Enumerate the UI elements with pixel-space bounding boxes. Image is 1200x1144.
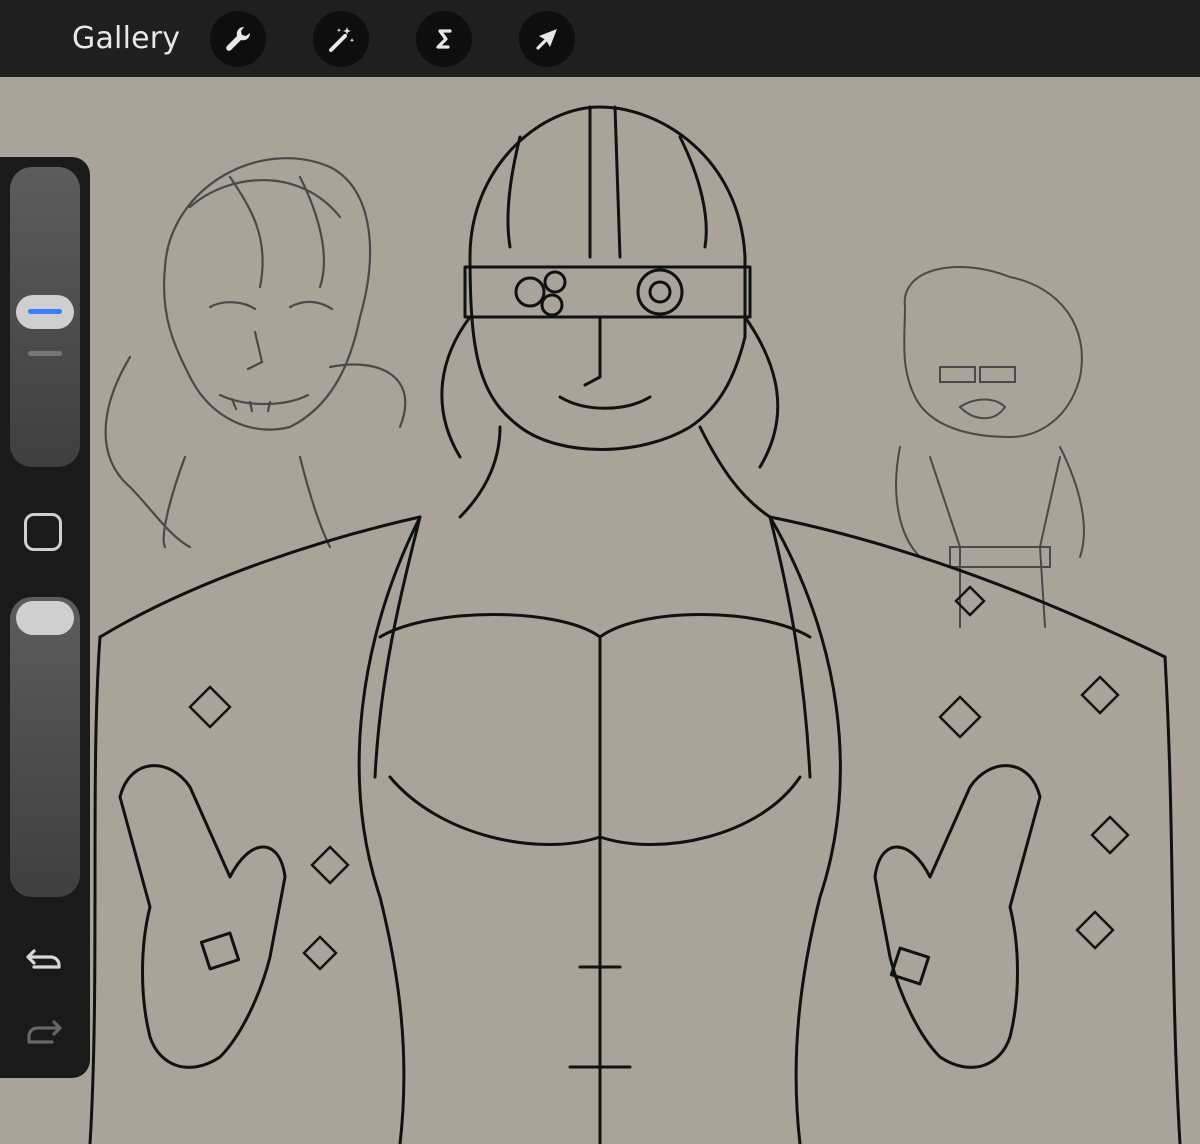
redo-button[interactable] (24, 1012, 64, 1052)
actions-button[interactable] (210, 11, 266, 67)
gallery-button[interactable]: Gallery (72, 20, 180, 58)
selection-s-icon (436, 29, 452, 49)
arrow-cursor-icon (536, 29, 557, 50)
top-toolbar: Gallery (0, 0, 1200, 77)
selection-button[interactable] (416, 11, 472, 67)
sketch-artwork (0, 77, 1200, 1144)
brush-size-slider-thumb[interactable] (16, 295, 74, 329)
brush-size-slider[interactable] (10, 167, 80, 467)
transform-button[interactable] (519, 11, 575, 67)
opacity-slider-thumb[interactable] (16, 601, 74, 635)
slider-accent-line (28, 309, 62, 314)
redo-arrow-icon (27, 1020, 62, 1044)
opacity-slider[interactable] (10, 597, 80, 897)
drawing-canvas[interactable] (0, 77, 1200, 1144)
slider-secondary-marker (28, 351, 62, 356)
wrench-icon (226, 26, 251, 51)
modify-button[interactable] (24, 513, 62, 551)
magic-wand-icon (329, 27, 355, 52)
undo-arrow-icon (26, 949, 61, 969)
side-toolbar (0, 157, 90, 1078)
undo-button[interactable] (24, 937, 64, 977)
adjustments-button[interactable] (313, 11, 369, 67)
